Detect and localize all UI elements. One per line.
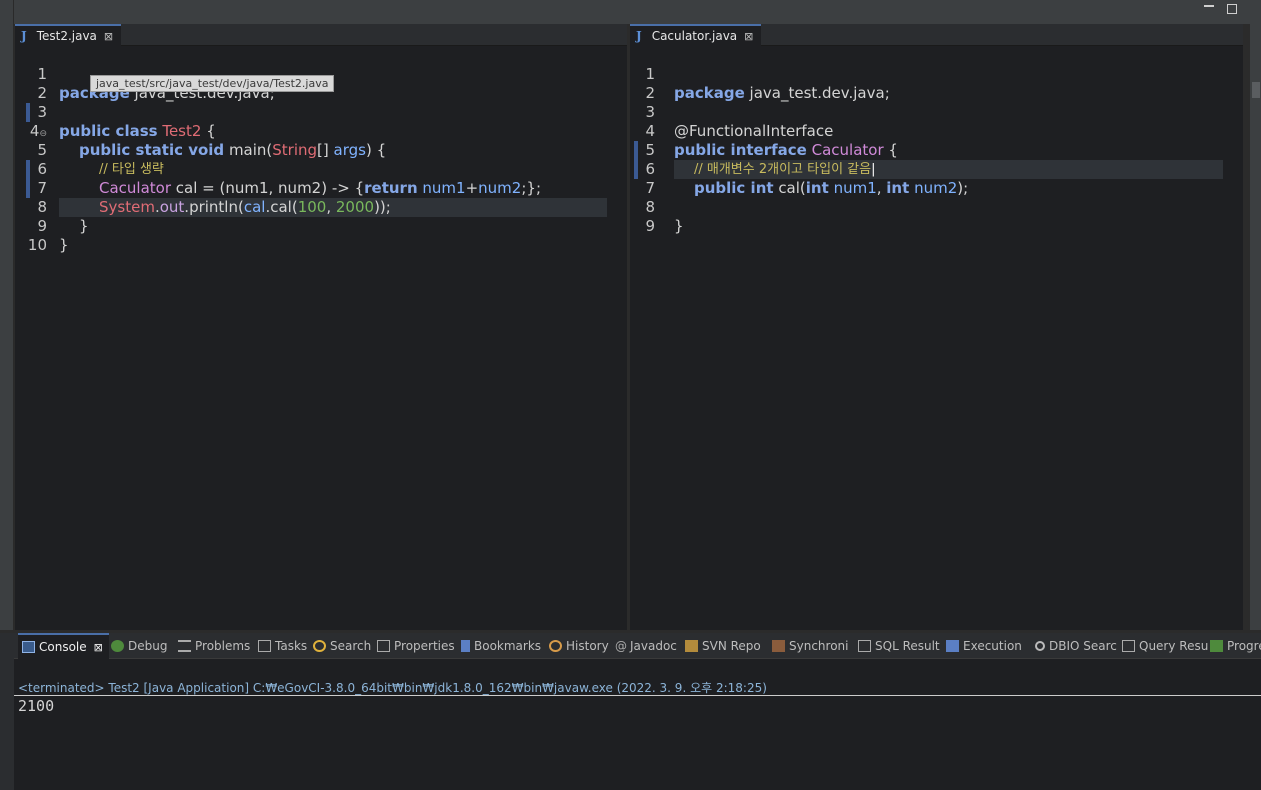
console-icon (22, 641, 35, 653)
code-text: } (59, 236, 69, 254)
tab-label: SQL Result (875, 639, 940, 653)
tab-label: Properties (394, 639, 455, 653)
tab-query-result[interactable]: Query Resu (1122, 633, 1208, 659)
console-output-area[interactable]: <terminated> Test2 [Java Application] C:… (14, 675, 1261, 790)
tab-console[interactable]: Console ⊠ (18, 633, 109, 659)
tab-svn-repo[interactable]: SVN Repo (685, 633, 761, 659)
editor-test2[interactable]: J Test2.java ⊠ 1 package java_test.dev.j… (15, 24, 627, 630)
tab-properties[interactable]: Properties (377, 633, 455, 659)
close-icon[interactable]: ⊠ (744, 30, 753, 43)
code-line: 9 (630, 198, 1243, 235)
code-line: 5 // 타입 생략 (15, 122, 627, 177)
code-line: 6 public int cal(int num1, int num2); (630, 141, 1243, 197)
tab-label: Search (330, 639, 372, 653)
bug-icon (111, 640, 124, 652)
divider (14, 695, 1261, 696)
console-output-text: 2100 (18, 697, 55, 715)
sync-icon (772, 640, 785, 652)
tab-execution[interactable]: Execution (946, 633, 1022, 659)
tab-label: Debug (128, 639, 168, 653)
tab-label: Bookmarks (474, 639, 542, 653)
terminated-status: <terminated> Test2 [Java Application] C:… (18, 681, 767, 695)
tab-bookmarks[interactable]: Bookmarks (461, 633, 541, 659)
code-line: 6 Caculator cal = (num1, num2) -> {retur… (15, 141, 627, 197)
code-line: 8 } (15, 179, 627, 235)
code-line: 8 } (630, 179, 1243, 235)
tab-label: Console (39, 640, 87, 654)
java-file-icon: J (21, 29, 27, 43)
code-line: 10 (15, 217, 627, 254)
properties-icon (377, 640, 390, 652)
tab-label: History (566, 639, 609, 653)
left-trim-strip (0, 633, 14, 790)
svn-icon (685, 640, 698, 652)
search-icon (1035, 641, 1045, 651)
code-line: 1 package java_test.dev.java; (630, 46, 1243, 102)
problems-icon (178, 640, 191, 652)
close-icon[interactable]: ⊠ (94, 641, 103, 654)
tab-history[interactable]: History (549, 633, 609, 659)
code-line: 2 (630, 65, 1243, 102)
grid-icon (858, 640, 871, 652)
code-line: 4⊖ public static void main(String[] args… (15, 103, 627, 159)
tab-test2-java[interactable]: J Test2.java ⊠ (15, 24, 122, 46)
close-icon[interactable]: ⊠ (104, 30, 113, 43)
editor-tabbar: J Caculator.java ⊠ (630, 24, 1243, 46)
code-line: 4 public interface Caculator { (630, 103, 1243, 159)
code-line: 3 @FunctionalInterface (630, 84, 1243, 140)
tab-label: Problems (195, 639, 251, 653)
code-line-current: 7 System.out.println(cal.cal(100, 2000))… (15, 160, 627, 217)
tab-label: Execution (963, 639, 1022, 653)
top-toolbar-bar (14, 0, 1261, 24)
tab-sql-result[interactable]: SQL Result (858, 633, 940, 659)
tab-label: SVN Repo (702, 639, 761, 653)
editor-tabbar: J Test2.java ⊠ (15, 24, 627, 46)
table-icon (1122, 640, 1135, 652)
tab-progress[interactable]: Progre (1210, 633, 1261, 659)
code-text: } (674, 217, 684, 235)
tab-label: DBIO Searc (1049, 639, 1117, 653)
tab-label: Progre (1227, 639, 1261, 653)
code-line: 7 (630, 160, 1243, 197)
code-line: 9 } (15, 198, 627, 254)
file-path-tooltip: java_test/src/java_test/dev/java/Test2.j… (90, 75, 335, 92)
bookmark-icon (461, 640, 470, 652)
progress-icon (1210, 640, 1223, 652)
tab-dbio-search[interactable]: DBIO Searc (1035, 633, 1117, 659)
tab-label: Synchroni (789, 639, 849, 653)
tab-debug[interactable]: Debug (111, 633, 167, 659)
tab-javadoc[interactable]: @ Javadoc (615, 633, 677, 659)
line-number: 9 (645, 217, 655, 235)
code-area[interactable]: 1 package java_test.dev.java; 2 3 public… (15, 46, 627, 630)
tab-label: Test2.java (36, 29, 97, 43)
tab-label: Javadoc (630, 639, 677, 653)
maximize-icon[interactable] (1227, 4, 1237, 14)
minimize-icon[interactable] (1204, 5, 1214, 7)
tab-tasks[interactable]: Tasks (258, 633, 307, 659)
tasks-icon (258, 640, 271, 652)
overview-ruler-thumb[interactable] (1252, 82, 1260, 98)
right-trim-strip (1250, 24, 1261, 630)
tab-problems[interactable]: Problems (178, 633, 250, 659)
left-trim-strip (0, 0, 14, 630)
code-line-current: 5 // 매개변수 2개이고 타입이 같음| (630, 122, 1243, 179)
tab-label: Caculator.java (651, 29, 738, 43)
code-line: 1 package java_test.dev.java; (15, 46, 627, 102)
editor-caculator[interactable]: J Caculator.java ⊠ 1 package java_test.d… (630, 24, 1243, 630)
bottom-tabbar: Console ⊠ Debug Problems Tasks Search Pr… (14, 633, 1261, 659)
tab-label: Tasks (275, 639, 308, 653)
tab-caculator-java[interactable]: J Caculator.java ⊠ (630, 24, 762, 46)
execution-icon (946, 640, 959, 652)
code-area[interactable]: 1 package java_test.dev.java; 2 3 @Funct… (630, 46, 1243, 630)
tab-synchronize[interactable]: Synchroni (772, 633, 848, 659)
at-icon: @ (615, 639, 627, 653)
tab-label: Query Resu (1139, 639, 1209, 653)
search-icon (313, 640, 326, 652)
tab-search[interactable]: Search (313, 633, 371, 659)
history-icon (549, 640, 562, 652)
line-number: 10 (27, 236, 47, 254)
java-file-icon: J (636, 29, 642, 43)
bottom-panel: Console ⊠ Debug Problems Tasks Search Pr… (0, 633, 1261, 790)
